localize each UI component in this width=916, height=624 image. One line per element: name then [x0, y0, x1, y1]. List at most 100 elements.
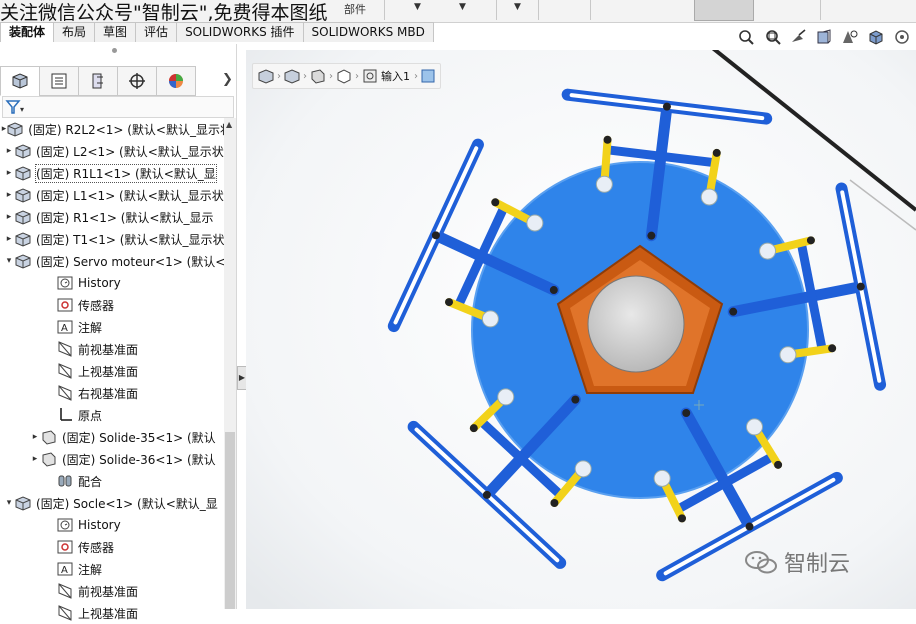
feature-icon[interactable] — [361, 67, 379, 85]
component-icon[interactable] — [257, 67, 275, 85]
panel-grip-icon[interactable] — [112, 48, 117, 53]
scrollbar-thumb[interactable] — [225, 432, 235, 609]
joint-dot — [647, 231, 656, 240]
plane-icon — [56, 582, 74, 600]
propertymanager-icon[interactable] — [39, 66, 79, 96]
body-icon[interactable] — [335, 67, 353, 85]
tab-evaluate[interactable]: 评估 — [135, 22, 178, 42]
tree-item[interactable]: 传感器 — [0, 294, 232, 316]
svg-text:A: A — [61, 323, 68, 334]
face-icon[interactable] — [420, 68, 436, 84]
tree-item[interactable]: A 注解 — [0, 558, 232, 580]
component-icon — [14, 142, 32, 160]
joint-dot — [550, 498, 559, 507]
view-orientation-icon[interactable] — [840, 27, 860, 47]
tab-mbd[interactable]: SOLIDWORKS MBD — [302, 22, 434, 42]
zoom-to-area-icon[interactable] — [762, 27, 782, 47]
component-icon — [6, 120, 24, 138]
part-icon[interactable] — [309, 67, 327, 85]
tree-item-label: (固定) Solide-36<1> (默认 — [62, 452, 216, 467]
command-strip: 关注微信公众号"智制云",免费得本图纸 部件 ▼ ▼ ▼ — [0, 0, 916, 24]
plane-icon — [56, 340, 74, 358]
previous-view-icon[interactable] — [788, 27, 808, 47]
scroll-up-icon[interactable]: ▲ — [226, 120, 232, 129]
tree-item[interactable]: 上视基准面 — [0, 360, 232, 382]
graphics-viewport[interactable] — [246, 50, 916, 609]
tree-item[interactable]: ▸ (固定) Solide-36<1> (默认 — [0, 448, 232, 470]
dropdown-arrow-icon[interactable]: ▼ — [514, 2, 521, 12]
command-button[interactable] — [694, 0, 754, 21]
dropdown-arrow-icon[interactable]: ▼ — [414, 2, 421, 12]
filter-icon[interactable]: ▾ — [5, 98, 27, 116]
dimxpert-icon[interactable] — [117, 66, 157, 96]
tree-item[interactable]: ▸ (固定) R2L2<1> (默认<默认_显示状 — [0, 118, 232, 140]
divider — [590, 0, 591, 20]
tree-item[interactable]: ▸ (固定) R1<1> (默认<默认_显示 — [0, 206, 232, 228]
tree-item[interactable]: A 注解 — [0, 316, 232, 338]
tree-item[interactable]: History — [0, 272, 232, 294]
chevron-down-icon[interactable]: ▾ — [4, 256, 14, 266]
joint-dot — [549, 286, 558, 295]
chevron-right-icon[interactable]: ▸ — [4, 190, 14, 200]
chevron-right-icon[interactable]: ▸ — [4, 234, 14, 244]
tree-item[interactable]: 前视基准面 — [0, 338, 232, 360]
tree-item[interactable]: ▸ (固定) T1<1> (默认<默认_显示状 — [0, 228, 232, 250]
divider — [384, 0, 385, 20]
chevron-right-icon[interactable]: ▸ — [4, 168, 14, 178]
tree-item[interactable]: ▸ (固定) L2<1> (默认<默认_显示状 — [0, 140, 232, 162]
dropdown-arrow-icon[interactable]: ▼ — [459, 2, 466, 12]
tree-item-label: 注解 — [78, 320, 103, 335]
tree-item[interactable]: 上视基准面 — [0, 602, 232, 624]
joint-dot — [662, 102, 671, 111]
configurationmanager-icon[interactable] — [78, 66, 118, 96]
tree-item[interactable]: 前视基准面 — [0, 580, 232, 602]
sensor-icon — [56, 538, 74, 556]
part-icon — [40, 428, 58, 446]
tree-item[interactable]: 传感器 — [0, 536, 232, 558]
tree-item-label: 前视基准面 — [78, 584, 139, 599]
tree-item[interactable]: 右视基准面 — [0, 382, 232, 404]
tree-item[interactable]: ▾ (固定) Servo moteur<1> (默认< — [0, 250, 232, 272]
part-command-label[interactable]: 部件 — [344, 1, 366, 17]
more-icon[interactable] — [892, 27, 912, 47]
component-icon — [14, 186, 32, 204]
tab-sketch[interactable]: 草图 — [94, 22, 137, 42]
tab-layout[interactable]: 布局 — [53, 22, 96, 42]
chevron-right-icon[interactable]: ▸ — [30, 454, 40, 464]
chevron-down-icon[interactable]: ▾ — [4, 498, 14, 508]
tab-addins[interactable]: SOLIDWORKS 插件 — [176, 22, 304, 42]
plane-icon — [56, 604, 74, 622]
tree-item[interactable]: 配合 — [0, 470, 232, 492]
tree-item[interactable]: History — [0, 514, 232, 536]
joint-dot — [856, 282, 865, 291]
chevron-right-icon[interactable]: ▸ — [4, 212, 14, 222]
panel-tabs — [0, 66, 196, 96]
tree-item-label: 传感器 — [78, 540, 115, 555]
breadcrumb-input-label[interactable]: 输入1 — [381, 68, 410, 84]
breadcrumb: › › › › 输入1 › — [252, 63, 441, 89]
section-view-icon[interactable] — [814, 27, 834, 47]
svg-text:A: A — [61, 565, 68, 576]
chevron-right-icon[interactable]: ▸ — [4, 146, 14, 156]
chevron-right-icon[interactable]: ❯ — [222, 72, 233, 87]
tree-item[interactable]: ▾ (固定) Socle<1> (默认<默认_显 — [0, 492, 232, 514]
zoom-to-fit-icon[interactable] — [736, 27, 756, 47]
filter-bar[interactable]: ▾ — [2, 96, 234, 118]
component-icon[interactable] — [283, 67, 301, 85]
tree-item[interactable]: ▸ (固定) R1L1<1> (默认<默认_显 — [0, 162, 232, 184]
center-hole — [587, 275, 685, 373]
tree-item[interactable]: ▸ (固定) L1<1> (默认<默认_显示状 — [0, 184, 232, 206]
display-style-icon[interactable] — [866, 27, 886, 47]
joint-dot — [677, 514, 686, 523]
watermark-brand: 智制云 — [744, 546, 850, 578]
display-manager-icon[interactable] — [156, 66, 196, 96]
tree-item-label: (固定) T1<1> (默认<默认_显示状 — [36, 232, 225, 247]
tree-item-label: (固定) R2L2<1> (默认<默认_显示状 — [28, 122, 232, 137]
pivot-pin — [595, 175, 613, 193]
tree-item[interactable]: 原点 — [0, 404, 232, 426]
tree-item[interactable]: ▸ (固定) Solide-35<1> (默认 — [0, 426, 232, 448]
chevron-right-icon[interactable]: ▸ — [30, 432, 40, 442]
tab-assembly[interactable]: 装配体 — [0, 22, 55, 42]
tree-item-label: 前视基准面 — [78, 342, 139, 357]
featuremanager-icon[interactable] — [0, 66, 40, 96]
